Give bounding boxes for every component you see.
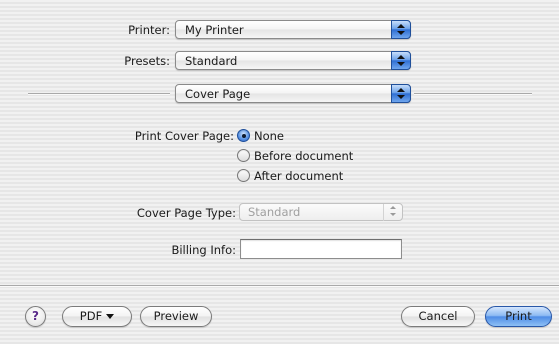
radio-unselected-icon xyxy=(237,169,250,182)
pdf-label: PDF xyxy=(79,309,103,323)
billing-info-field[interactable] xyxy=(240,239,402,259)
print-cover-page-label: Print Cover Page: xyxy=(134,129,234,143)
billing-info-label: Billing Info: xyxy=(171,243,236,257)
radio-label: Before document xyxy=(254,149,354,163)
footer-separator xyxy=(0,285,559,287)
popup-arrows-icon xyxy=(383,204,402,221)
preview-button[interactable]: Preview xyxy=(140,306,212,327)
pdf-menu-button[interactable]: PDF xyxy=(62,306,132,327)
radio-label: None xyxy=(254,129,285,143)
radio-option-before-document[interactable]: Before document xyxy=(237,148,377,164)
printer-popup[interactable]: My Printer xyxy=(175,20,411,39)
pane-selector-popup[interactable]: Cover Page xyxy=(175,84,411,103)
popup-arrows-icon xyxy=(391,20,411,39)
cover-page-type-label: Cover Page Type: xyxy=(136,206,236,220)
radio-selected-icon xyxy=(237,129,250,142)
popup-arrows-icon xyxy=(391,84,411,103)
separator-right xyxy=(414,93,532,95)
separator-left xyxy=(28,93,170,95)
print-label: Print xyxy=(505,309,532,323)
preview-label: Preview xyxy=(153,309,199,323)
presets-label: Presets: xyxy=(124,54,170,68)
radio-option-after-document[interactable]: After document xyxy=(237,168,377,184)
cancel-button[interactable]: Cancel xyxy=(401,306,475,327)
printer-value: My Printer xyxy=(185,23,244,37)
printer-label: Printer: xyxy=(128,23,170,37)
presets-value: Standard xyxy=(185,54,238,68)
radio-label: After document xyxy=(254,169,344,183)
cover-page-type-value: Standard xyxy=(248,205,301,219)
dropdown-triangle-icon xyxy=(106,314,115,319)
presets-popup[interactable]: Standard xyxy=(175,51,411,70)
radio-unselected-icon xyxy=(237,149,250,162)
pane-selector-value: Cover Page xyxy=(185,87,251,101)
help-button[interactable]: ? xyxy=(25,306,46,327)
radio-option-none[interactable]: None xyxy=(237,128,317,144)
cancel-label: Cancel xyxy=(418,309,458,323)
print-button[interactable]: Print xyxy=(485,306,552,327)
popup-arrows-icon xyxy=(391,51,411,70)
cover-page-type-popup: Standard xyxy=(239,203,403,221)
